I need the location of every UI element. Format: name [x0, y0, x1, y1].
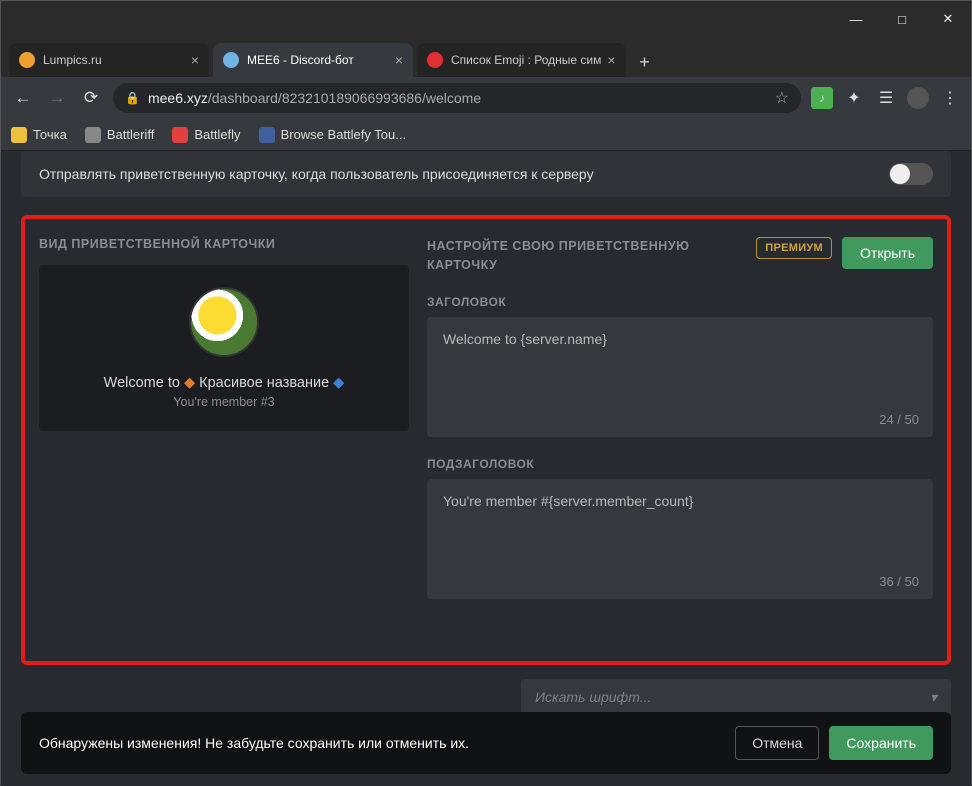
toolbar: ← → ⟳ 🔒 mee6.xyz/dashboard/8232101890669…	[1, 77, 971, 119]
tab-lumpics[interactable]: Lumpics.ru ×	[9, 43, 209, 77]
bookmark-label: Battleriff	[107, 127, 154, 142]
window-maximize[interactable]: □	[879, 1, 925, 37]
bookmark-label: Browse Battlefy Tou...	[281, 127, 407, 142]
subtitle-input-value: You're member #{server.member_count}	[443, 493, 693, 509]
open-button[interactable]: Открыть	[842, 237, 933, 269]
address-bar[interactable]: 🔒 mee6.xyz/dashboard/823210189066993686/…	[113, 83, 801, 113]
toggle-knob	[890, 164, 910, 184]
tab-title: Lumpics.ru	[43, 53, 185, 67]
bookmark-item[interactable]: Точка	[11, 127, 67, 143]
title-charcount: 24 / 50	[879, 412, 919, 427]
favicon-icon	[223, 52, 239, 68]
url-text: mee6.xyz/dashboard/823210189066993686/we…	[148, 90, 481, 106]
bookmark-icon	[172, 127, 188, 143]
subtitle-input[interactable]: You're member #{server.member_count} 36 …	[427, 479, 933, 599]
close-icon[interactable]: ×	[191, 52, 199, 68]
extension-icon[interactable]: ♪	[811, 87, 833, 109]
page-content: Отправлять приветственную карточку, когд…	[1, 151, 971, 786]
tab-strip: Lumpics.ru × MEE6 - Discord-бот × Список…	[1, 37, 971, 77]
savebar-message: Обнаружены изменения! Не забудьте сохран…	[39, 735, 469, 751]
bookmark-icon	[259, 127, 275, 143]
welcome-card-preview: Welcome to ◆ Красивое название ◆ You're …	[39, 265, 409, 431]
welcome-card-toggle-row: Отправлять приветственную карточку, когд…	[21, 151, 951, 197]
cancel-button[interactable]: Отмена	[735, 726, 819, 760]
bookmark-item[interactable]: Battleriff	[85, 127, 154, 143]
tab-mee6[interactable]: MEE6 - Discord-бот ×	[213, 43, 413, 77]
bookmark-item[interactable]: Browse Battlefy Tou...	[259, 127, 407, 143]
reload-button[interactable]: ⟳	[79, 88, 103, 108]
tab-emoji[interactable]: Список Emoji : Родные сим ×	[417, 43, 626, 77]
settings-heading: НАСТРОЙТЕ СВОЮ ПРИВЕТСТВЕННУЮ КАРТОЧКУ	[427, 237, 746, 275]
avatar	[189, 287, 259, 357]
bookmark-label: Точка	[33, 127, 67, 142]
bookmark-icon	[85, 127, 101, 143]
chevron-down-icon: ▾	[930, 689, 937, 706]
toggle-label: Отправлять приветственную карточку, когд…	[39, 166, 594, 182]
forward-button[interactable]: →	[45, 88, 69, 108]
window-close[interactable]: ✕	[925, 1, 971, 37]
lock-icon: 🔒	[125, 91, 140, 105]
bookmarks-bar: Точка Battleriff Battlefly Browse Battle…	[1, 119, 971, 151]
diamond-icon: ◆	[184, 375, 195, 391]
toggle-switch[interactable]	[889, 163, 933, 185]
preview-column: ВИД ПРИВЕТСТВЕННОЙ КАРТОЧКИ Welcome to ◆…	[39, 237, 409, 643]
card-title: Welcome to ◆ Красивое название ◆	[49, 375, 399, 391]
browser-menu-icon[interactable]: ⋮	[939, 87, 961, 109]
premium-badge: ПРЕМИУМ	[756, 237, 832, 259]
subtitle-charcount: 36 / 50	[879, 574, 919, 589]
bookmark-star-icon[interactable]: ☆	[775, 88, 789, 108]
window-minimize[interactable]: —	[833, 1, 879, 37]
tab-title: MEE6 - Discord-бот	[247, 53, 389, 67]
extensions-menu-icon[interactable]: ✦	[843, 87, 865, 109]
bookmark-item[interactable]: Battlefly	[172, 127, 240, 143]
unsaved-changes-bar: Обнаружены изменения! Не забудьте сохран…	[21, 712, 951, 774]
bookmark-icon	[11, 127, 27, 143]
title-field-label: ЗАГОЛОВОК	[427, 295, 933, 309]
title-input[interactable]: Welcome to {server.name} 24 / 50	[427, 317, 933, 437]
close-icon[interactable]: ×	[607, 52, 615, 68]
favicon-icon	[19, 52, 35, 68]
close-icon[interactable]: ×	[395, 52, 403, 68]
diamond-icon: ◆	[333, 375, 344, 391]
settings-column: НАСТРОЙТЕ СВОЮ ПРИВЕТСТВЕННУЮ КАРТОЧКУ П…	[427, 237, 933, 643]
preview-heading: ВИД ПРИВЕТСТВЕННОЙ КАРТОЧКИ	[39, 237, 409, 251]
card-subtitle: You're member #3	[49, 395, 399, 409]
save-button[interactable]: Сохранить	[829, 726, 933, 760]
tab-title: Список Emoji : Родные сим	[451, 53, 601, 67]
bookmark-label: Battlefly	[194, 127, 240, 142]
reading-list-icon[interactable]: ☰	[875, 87, 897, 109]
font-search-input[interactable]: Искать шрифт... ▾	[521, 679, 951, 716]
subtitle-field-label: ПОДЗАГОЛОВОК	[427, 457, 933, 471]
welcome-card-editor: ВИД ПРИВЕТСТВЕННОЙ КАРТОЧКИ Welcome to ◆…	[21, 215, 951, 665]
favicon-icon	[427, 52, 443, 68]
font-search-placeholder: Искать шрифт...	[535, 689, 651, 706]
title-input-value: Welcome to {server.name}	[443, 331, 607, 347]
profile-avatar[interactable]	[907, 87, 929, 109]
back-button[interactable]: ←	[11, 88, 35, 108]
new-tab-button[interactable]: +	[630, 47, 660, 77]
